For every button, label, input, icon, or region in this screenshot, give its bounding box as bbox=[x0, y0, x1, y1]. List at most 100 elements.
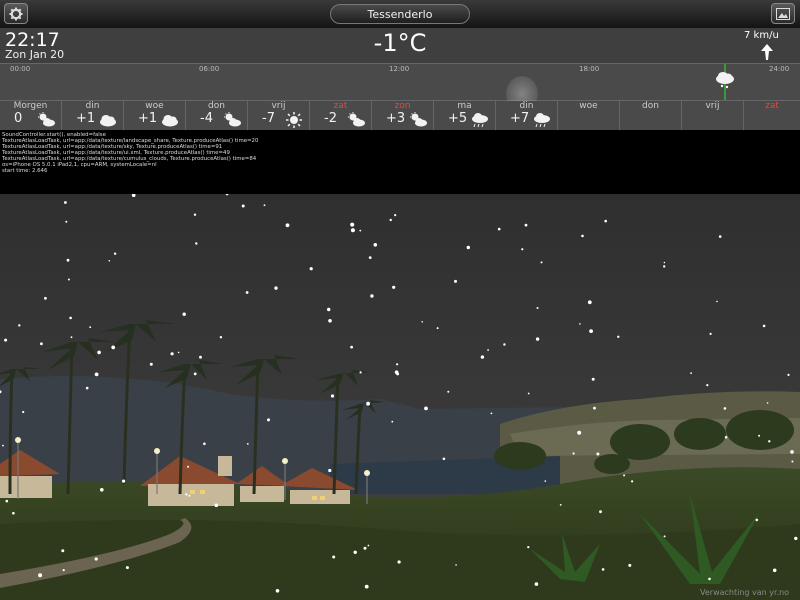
snowflake bbox=[772, 568, 777, 573]
forecast-day-temp: +3 bbox=[386, 111, 406, 126]
picture-icon bbox=[776, 7, 790, 20]
snowflake bbox=[367, 544, 370, 547]
forecast-day[interactable]: don bbox=[620, 101, 682, 130]
current-date: Zon Jan 20 bbox=[5, 48, 65, 61]
snowflake bbox=[768, 440, 771, 443]
snowflake bbox=[100, 488, 104, 492]
snowflake bbox=[480, 355, 485, 359]
snowflake bbox=[755, 518, 759, 522]
rain-cloud-icon bbox=[472, 113, 488, 128]
snowflake bbox=[203, 442, 206, 446]
snowflake bbox=[149, 362, 153, 366]
snowflake bbox=[544, 480, 547, 482]
forecast-day-name: vrij bbox=[705, 101, 720, 111]
snowflake bbox=[359, 371, 362, 374]
snowflake bbox=[663, 265, 666, 268]
snowflake bbox=[275, 589, 280, 593]
cloud-icon bbox=[100, 115, 116, 127]
top-bar: Tessenderlo bbox=[0, 0, 800, 29]
snowflake bbox=[599, 510, 602, 514]
snowflake bbox=[794, 536, 798, 541]
partly-cloudy-icon bbox=[224, 112, 241, 127]
snowflake bbox=[94, 372, 99, 377]
debug-log-line: start time: 2.646 bbox=[2, 168, 48, 174]
snowflake bbox=[790, 450, 794, 454]
hourly-timeline[interactable]: 00:00 06:00 12:00 18:00 24:00 bbox=[0, 63, 800, 101]
forecast-day[interactable]: Morgen 0 bbox=[0, 101, 62, 130]
forecast-day-temp: +1 bbox=[76, 111, 96, 126]
forecast-day[interactable]: din +1 bbox=[62, 101, 124, 130]
snowflake bbox=[623, 474, 626, 477]
snowflake bbox=[396, 363, 399, 366]
forecast-day-name: Morgen bbox=[13, 101, 48, 111]
snowflake bbox=[267, 418, 270, 422]
forecast-day-name: din bbox=[85, 101, 100, 111]
snowflake bbox=[353, 550, 357, 554]
forecast-day[interactable]: woe bbox=[558, 101, 620, 130]
snowflake bbox=[392, 285, 396, 289]
snowflake bbox=[758, 434, 761, 437]
snowflake bbox=[596, 452, 600, 456]
snowflake bbox=[370, 294, 374, 298]
snowflake bbox=[332, 555, 336, 559]
forecast-day-temp: +5 bbox=[448, 111, 468, 126]
snowflake bbox=[193, 372, 197, 376]
snowflake bbox=[309, 267, 313, 271]
snowflake bbox=[394, 214, 397, 217]
snowflake bbox=[454, 279, 457, 283]
settings-button[interactable] bbox=[4, 3, 28, 24]
forecast-day[interactable]: don -4 bbox=[186, 101, 248, 130]
snowflake bbox=[113, 252, 117, 255]
snowflake bbox=[285, 223, 290, 228]
forecast-day-name: zat bbox=[765, 101, 779, 111]
snowflake bbox=[241, 204, 245, 208]
snowflake bbox=[359, 229, 362, 232]
snowflake bbox=[577, 430, 582, 435]
snowflake bbox=[187, 465, 190, 468]
snowflake bbox=[12, 511, 15, 515]
forecast-day[interactable]: vrij -7 bbox=[248, 101, 310, 130]
forecast-day-name: don bbox=[208, 101, 225, 111]
landscape-scene bbox=[0, 194, 800, 600]
forecast-day[interactable]: vrij bbox=[682, 101, 744, 130]
photo-button[interactable] bbox=[771, 3, 795, 24]
snowflake bbox=[125, 566, 129, 570]
forecast-day[interactable]: ma +5 bbox=[434, 101, 496, 130]
cloud-icon bbox=[162, 115, 178, 127]
timeline-tick: 00:00 bbox=[10, 65, 31, 73]
snowflake bbox=[368, 256, 372, 259]
snowflake bbox=[503, 343, 506, 346]
snowflake bbox=[65, 220, 68, 223]
snowflake bbox=[263, 204, 266, 207]
snowflake bbox=[466, 245, 470, 250]
forecast-day[interactable]: zat -2 bbox=[310, 101, 372, 130]
snowflake bbox=[706, 384, 709, 387]
cloud-snow-icon bbox=[716, 72, 734, 89]
snowflake bbox=[122, 479, 126, 483]
snowflake bbox=[534, 582, 539, 586]
forecast-day-temp: 0 bbox=[14, 111, 23, 126]
snowflake bbox=[718, 235, 722, 238]
snowflake bbox=[328, 319, 332, 323]
forecast-day-temp: +7 bbox=[510, 111, 530, 126]
snowflake bbox=[421, 321, 424, 323]
daily-forecast: Morgen 0 din +1 woe +1 don -4 vrij -7 zat -2 zon +3 ma… bbox=[0, 101, 800, 130]
snowflake bbox=[591, 377, 595, 381]
snowflake bbox=[44, 296, 47, 300]
forecast-day[interactable]: din +7 bbox=[496, 101, 558, 130]
forecast-day[interactable]: woe +1 bbox=[124, 101, 186, 130]
forecast-credit[interactable]: Verwachting van yr.no bbox=[700, 588, 789, 597]
gear-icon bbox=[9, 7, 23, 20]
snowflake bbox=[246, 443, 249, 445]
forecast-day-temp: -4 bbox=[200, 111, 213, 126]
forecast-day[interactable]: zon +3 bbox=[372, 101, 434, 130]
snowflake bbox=[97, 350, 101, 355]
location-selector[interactable]: Tessenderlo bbox=[330, 4, 470, 24]
debug-log: SoundController.start(), enabled=false Te… bbox=[0, 130, 800, 194]
snowflake bbox=[709, 332, 712, 335]
snowflake bbox=[350, 222, 355, 227]
forecast-day[interactable]: zat bbox=[744, 101, 800, 130]
snowflake bbox=[328, 468, 332, 473]
snowflake bbox=[177, 351, 180, 354]
snowflake bbox=[791, 460, 794, 463]
